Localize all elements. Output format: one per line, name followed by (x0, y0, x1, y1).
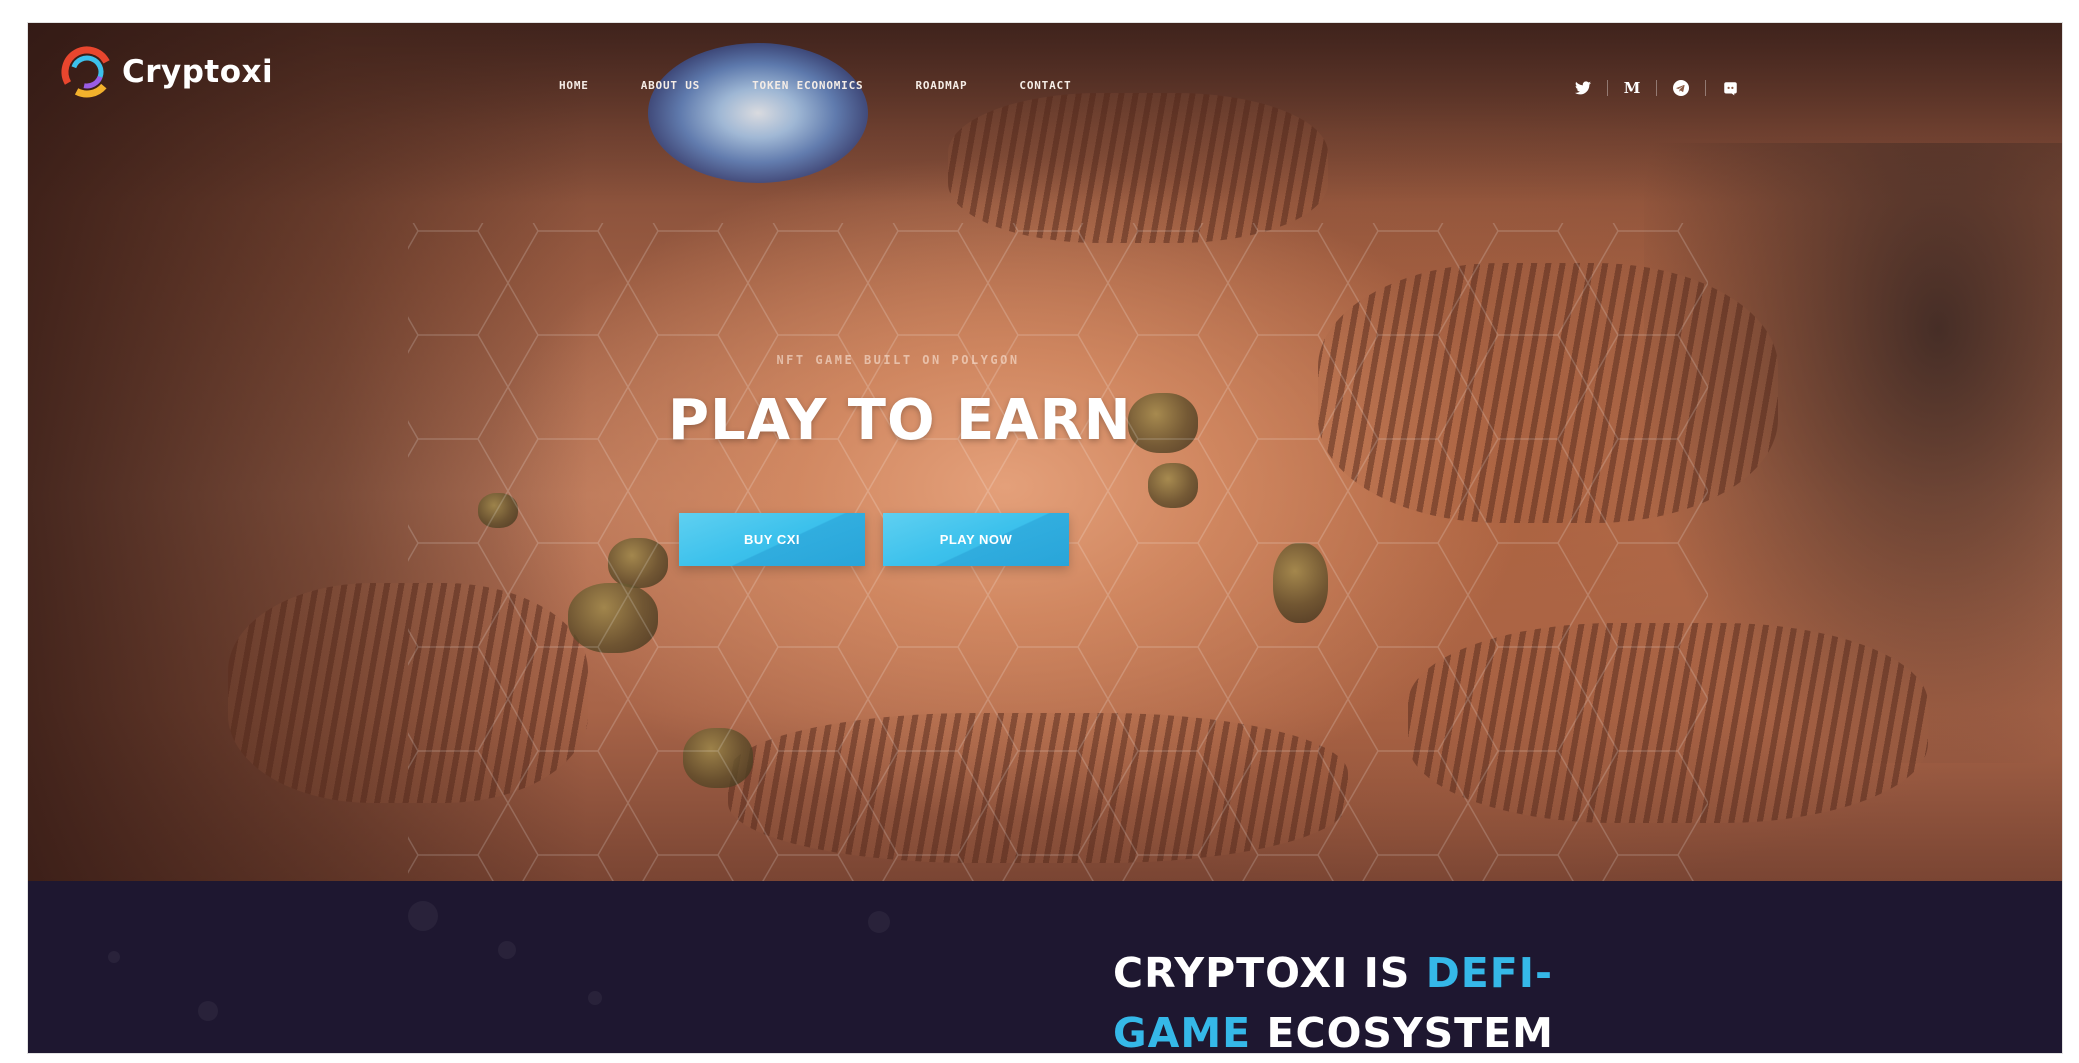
discord-icon[interactable] (1719, 77, 1741, 99)
social-divider (1656, 80, 1657, 96)
nav-item-contact[interactable]: CONTACT (1019, 79, 1071, 92)
hero-subtitle: NFT GAME BUILT ON POLYGON (776, 353, 1020, 367)
medium-icon[interactable]: M (1621, 77, 1643, 99)
nav-item-token-economics[interactable]: TOKEN ECONOMICS (752, 79, 863, 92)
hero-title: PLAY TO EARN (668, 388, 1132, 453)
play-now-label: PLAY NOW (939, 532, 1013, 547)
ecosystem-title-part1: CRYPTOXI IS (1113, 949, 1426, 997)
ecosystem-title-highlight2: GAME (1113, 1009, 1252, 1054)
ecosystem-title: CRYPTOXI IS DEFI- GAME ECOSYSTEM (1113, 943, 1554, 1054)
buy-cxi-label: BUY CXI (744, 532, 800, 547)
decorative-dot (408, 901, 438, 931)
ecosystem-section: CRYPTOXI IS DEFI- GAME ECOSYSTEM (28, 881, 2062, 1054)
decorative-dot (588, 991, 602, 1005)
hero-section: Cryptoxi HOME ABOUT US TOKEN ECONOMICS R… (28, 23, 2062, 881)
decorative-dot (198, 1001, 218, 1021)
buy-cxi-button[interactable]: BUY CXI (679, 513, 865, 566)
social-divider (1607, 80, 1608, 96)
social-divider (1705, 80, 1706, 96)
brand-name: Cryptoxi (122, 54, 274, 90)
brand-logo[interactable]: Cryptoxi (58, 43, 273, 101)
play-now-button[interactable]: PLAY NOW (883, 513, 1069, 566)
main-nav: HOME ABOUT US TOKEN ECONOMICS ROADMAP CO… (559, 79, 1123, 92)
nav-item-home[interactable]: HOME (559, 79, 589, 92)
social-links: M (1572, 77, 1741, 99)
nav-item-about-us[interactable]: ABOUT US (641, 79, 700, 92)
decorative-dot (498, 941, 516, 959)
decorative-dot (868, 911, 890, 933)
page-frame: Cryptoxi HOME ABOUT US TOKEN ECONOMICS R… (27, 22, 2063, 1054)
twitter-icon[interactable] (1572, 77, 1594, 99)
ecosystem-title-highlight1: DEFI- (1425, 949, 1554, 997)
ecosystem-title-part2: ECOSYSTEM (1251, 1009, 1554, 1054)
nav-item-roadmap[interactable]: ROADMAP (915, 79, 967, 92)
telegram-icon[interactable] (1670, 77, 1692, 99)
decorative-dot (108, 951, 120, 963)
cryptoxi-logo-icon (61, 46, 113, 98)
